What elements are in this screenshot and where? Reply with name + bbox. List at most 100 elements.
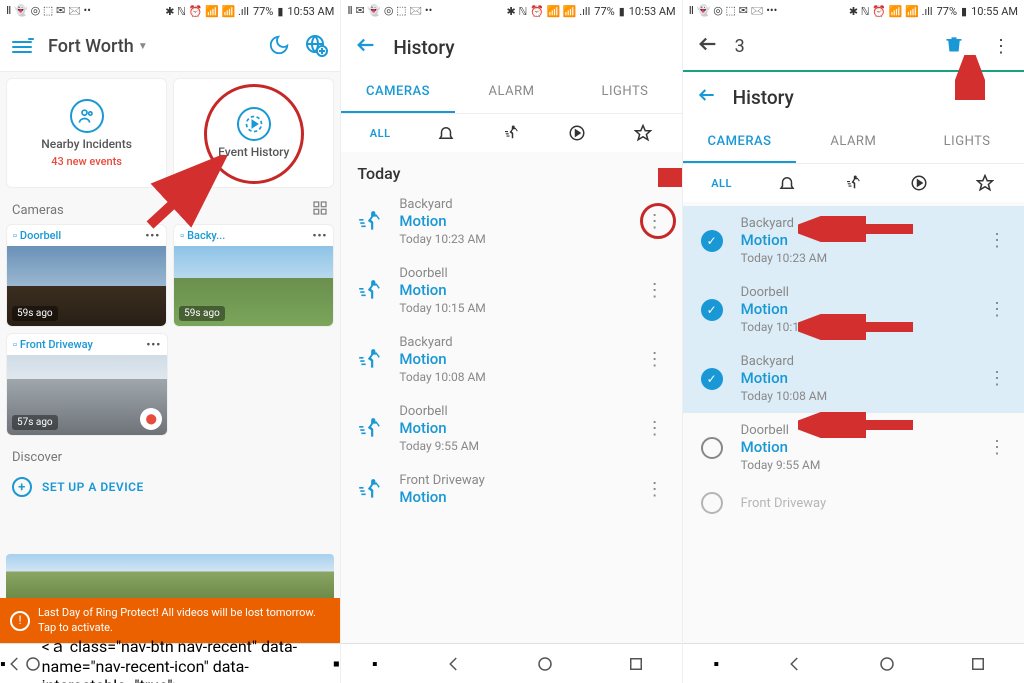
clock: 10:55 AM (971, 5, 1018, 18)
camera-name: Doorbell (20, 229, 61, 242)
back-arrow-icon[interactable] (697, 85, 717, 110)
camera-tile-backyard[interactable]: ▫Backy...••• 59s ago (173, 224, 334, 327)
event-type: Motion (399, 212, 627, 230)
history-sub-header: History (683, 72, 1024, 122)
event-menu-icon[interactable]: ⋮ (642, 280, 668, 301)
checkmark-icon: ✓ (701, 299, 723, 321)
nav-back-icon[interactable] (439, 656, 469, 672)
back-arrow-icon[interactable] (697, 33, 719, 60)
clock: 10:53 AM (629, 5, 676, 18)
trash-icon[interactable] (944, 34, 964, 59)
nav-overview-icon[interactable]: ▪ (713, 654, 719, 674)
motion-icon (355, 477, 385, 503)
setup-device-button[interactable]: + SET UP A DEVICE (0, 469, 340, 505)
history-tabs: CAMERAS ALARM LIGHTS (341, 72, 681, 114)
chevron-down-icon: ▼ (138, 41, 148, 52)
camera-tile-driveway[interactable]: ▫Front Driveway••• 57s ago ⬤ (6, 333, 168, 436)
tab-cameras[interactable]: CAMERAS (341, 72, 454, 113)
filter-star-icon[interactable] (969, 174, 1001, 192)
globe-plus-icon[interactable] (304, 33, 328, 61)
event-menu-icon[interactable]: ⋮ (642, 349, 668, 370)
camera-tile-doorbell[interactable]: ▫Doorbell••• 59s ago (6, 224, 167, 327)
event-camera: Backyard (399, 197, 627, 212)
filter-play-icon[interactable] (903, 174, 935, 192)
filter-play-icon[interactable] (561, 124, 593, 142)
nav-back-icon[interactable] (6, 656, 24, 672)
more-icon[interactable]: ••• (145, 229, 160, 242)
filter-ring-icon[interactable] (771, 174, 803, 192)
nav-recent-icon[interactable] (963, 656, 993, 672)
moon-icon[interactable] (268, 34, 290, 60)
back-arrow-icon[interactable] (355, 34, 377, 61)
nav-overview-icon[interactable]: ▪ (372, 654, 378, 674)
android-nav-bar: ▪ (341, 643, 681, 683)
event-menu-icon[interactable]: ⋮ (984, 437, 1010, 458)
event-history-card[interactable]: Event History (173, 78, 334, 188)
status-icons-left: Ⅱ 👻 ◎ ⬚ ✉ 🖂 ••• (689, 2, 778, 21)
tab-lights[interactable]: LIGHTS (568, 72, 681, 113)
event-row[interactable]: DoorbellMotionToday 9:55 AM ⋮ (683, 413, 1024, 482)
checkmark-icon: ✓ (701, 368, 723, 390)
event-row[interactable]: Front Driveway (683, 482, 1024, 524)
status-icons-left: Ⅱ 👻 ◎ ⬚ ✉ 🖂 •• (6, 2, 91, 21)
tab-cameras[interactable]: CAMERAS (683, 122, 797, 163)
discover-label: Discover (0, 442, 340, 469)
event-menu-icon[interactable]: ⋮ (984, 230, 1010, 251)
more-icon[interactable]: ••• (146, 338, 161, 351)
camera-name: Front Driveway (20, 338, 93, 351)
filter-motion-icon[interactable] (495, 124, 527, 142)
overflow-menu-icon[interactable]: ⋮ (992, 36, 1010, 57)
filter-motion-icon[interactable] (837, 174, 869, 192)
event-menu-icon[interactable]: ⋮ (642, 211, 668, 232)
event-menu-icon[interactable]: ⋮ (984, 299, 1010, 320)
event-row[interactable]: BackyardMotion Today 10:23 AM ⋮ (341, 187, 681, 256)
nav-back-icon[interactable] (780, 656, 810, 672)
hamburger-icon[interactable] (12, 41, 32, 53)
motion-icon (355, 278, 385, 304)
filter-star-icon[interactable] (627, 124, 659, 142)
status-icons-right: ✱ ℕ ⏰ 📶 📶 .ıll (849, 5, 933, 18)
battery-icon: ▮ (277, 5, 283, 18)
time-badge: 59s ago (179, 306, 225, 321)
location-label: Fort Worth (48, 36, 134, 57)
filter-all[interactable]: ALL (706, 177, 738, 190)
event-menu-icon[interactable]: ⋮ (984, 368, 1010, 389)
event-row[interactable]: DoorbellMotionToday 9:55 AM ⋮ (341, 394, 681, 463)
event-type: Motion (399, 488, 627, 506)
location-dropdown[interactable]: Fort Worth ▼ (48, 36, 148, 57)
event-time: Today 10:23 AM (399, 232, 627, 246)
event-type: Motion (399, 281, 627, 299)
event-time: Today 10:08 AM (399, 370, 627, 384)
filter-ring-icon[interactable] (430, 124, 462, 142)
filter-all[interactable]: ALL (364, 127, 396, 140)
event-row[interactable]: ✓ DoorbellMotionToday 10:15 AM ⋮ (683, 275, 1024, 344)
event-row[interactable]: ✓ BackyardMotionToday 10:08 AM ⋮ (683, 344, 1024, 413)
nav-home-icon[interactable] (872, 656, 902, 672)
promo-image[interactable] (6, 554, 334, 598)
event-row[interactable]: BackyardMotionToday 10:08 AM ⋮ (341, 325, 681, 394)
battery-pct: 77% (937, 5, 957, 18)
event-row[interactable]: DoorbellMotionToday 10:15 AM ⋮ (341, 256, 681, 325)
event-time: Today 9:55 AM (741, 458, 970, 472)
nearby-incidents-card[interactable]: Nearby Incidents 43 new events (6, 78, 167, 188)
event-camera: Front Driveway (741, 496, 1010, 511)
event-camera: Front Driveway (399, 473, 627, 488)
event-row[interactable]: Front DrivewayMotion ⋮ (341, 463, 681, 516)
android-nav-bar: ▪ (683, 643, 1024, 683)
tab-lights[interactable]: LIGHTS (910, 122, 1024, 163)
tab-alarm[interactable]: ALARM (796, 122, 910, 163)
grid-view-icon[interactable] (312, 200, 328, 220)
app-header: Fort Worth ▼ (0, 22, 340, 72)
more-icon[interactable]: ••• (312, 229, 327, 242)
nav-recent-icon[interactable] (621, 656, 651, 672)
screen-history: Ⅱ ✉ 👻 ◎ ⬚ 🖂 •• ✱ ℕ ⏰ 📶 📶 .ıll77%▮10:53 A… (341, 0, 682, 683)
event-row[interactable]: ✓ BackyardMotionToday 10:23 AM ⋮ (683, 206, 1024, 275)
android-nav-bar: ▪ <ａ class="nav-btn nav-recent" data-nam… (0, 643, 340, 683)
tab-alarm[interactable]: ALARM (455, 72, 568, 113)
cam-indicator-icon: ▫ (180, 229, 184, 242)
event-menu-icon[interactable]: ⋮ (642, 479, 668, 500)
nav-home-icon[interactable] (530, 656, 560, 672)
nav-home-icon[interactable] (24, 656, 42, 672)
event-menu-icon[interactable]: ⋮ (642, 418, 668, 439)
battery-icon: ▮ (961, 5, 967, 18)
